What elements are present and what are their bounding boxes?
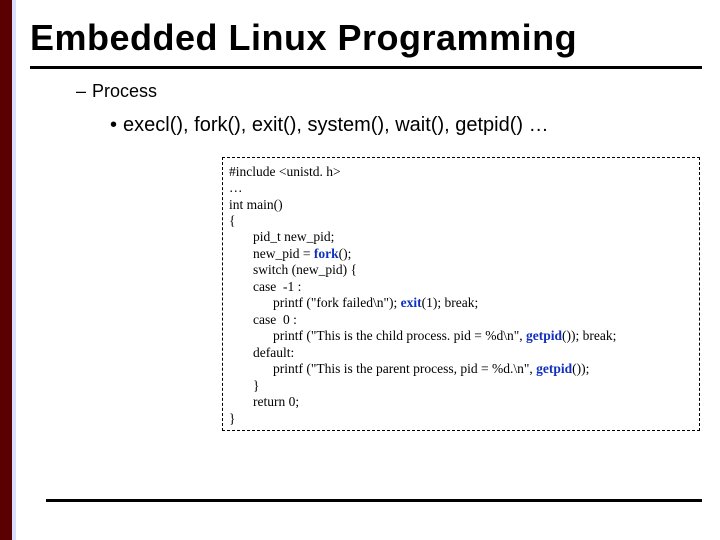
dash-bullet-icon: – (76, 81, 86, 101)
code-line: case -1 : (229, 279, 693, 295)
dot-bullet-icon: • (110, 114, 117, 136)
bullet-level-1: –Process (76, 81, 702, 102)
code-line: switch (new_pid) { (229, 262, 693, 278)
keyword-fork: fork (314, 246, 339, 261)
code-sample-box: #include <unistd. h> … int main() { pid_… (222, 157, 700, 432)
keyword-getpid: getpid (526, 328, 562, 343)
code-line: printf ("This is the parent process, pid… (229, 361, 693, 377)
code-line: int main() (229, 197, 693, 213)
code-line: printf ("This is the child process. pid … (229, 328, 693, 344)
code-line: new_pid = fork(); (229, 246, 693, 262)
bullet-level-2-label: execl(), fork(), exit(), system(), wait(… (123, 114, 549, 136)
code-line: } (229, 378, 693, 394)
slide-title: Embedded Linux Programming (30, 18, 702, 58)
left-sidebar-accent (0, 0, 12, 540)
code-line: { (229, 213, 693, 229)
code-line: case 0 : (229, 312, 693, 328)
keyword-exit: exit (401, 295, 422, 310)
code-line: #include <unistd. h> (229, 164, 693, 180)
code-line: … (229, 180, 693, 196)
title-underline (30, 66, 702, 69)
bullet-level-1-label: Process (92, 81, 157, 101)
footer-divider (46, 499, 702, 502)
keyword-getpid: getpid (536, 361, 572, 376)
code-line: default: (229, 345, 693, 361)
code-line: } (229, 411, 693, 427)
code-line: return 0; (229, 394, 693, 410)
bullet-level-2: • execl(), fork(), exit(), system(), wait… (110, 114, 702, 137)
code-line: pid_t new_pid; (229, 229, 693, 245)
code-line: printf ("fork failed\n"); exit(1); break… (229, 295, 693, 311)
